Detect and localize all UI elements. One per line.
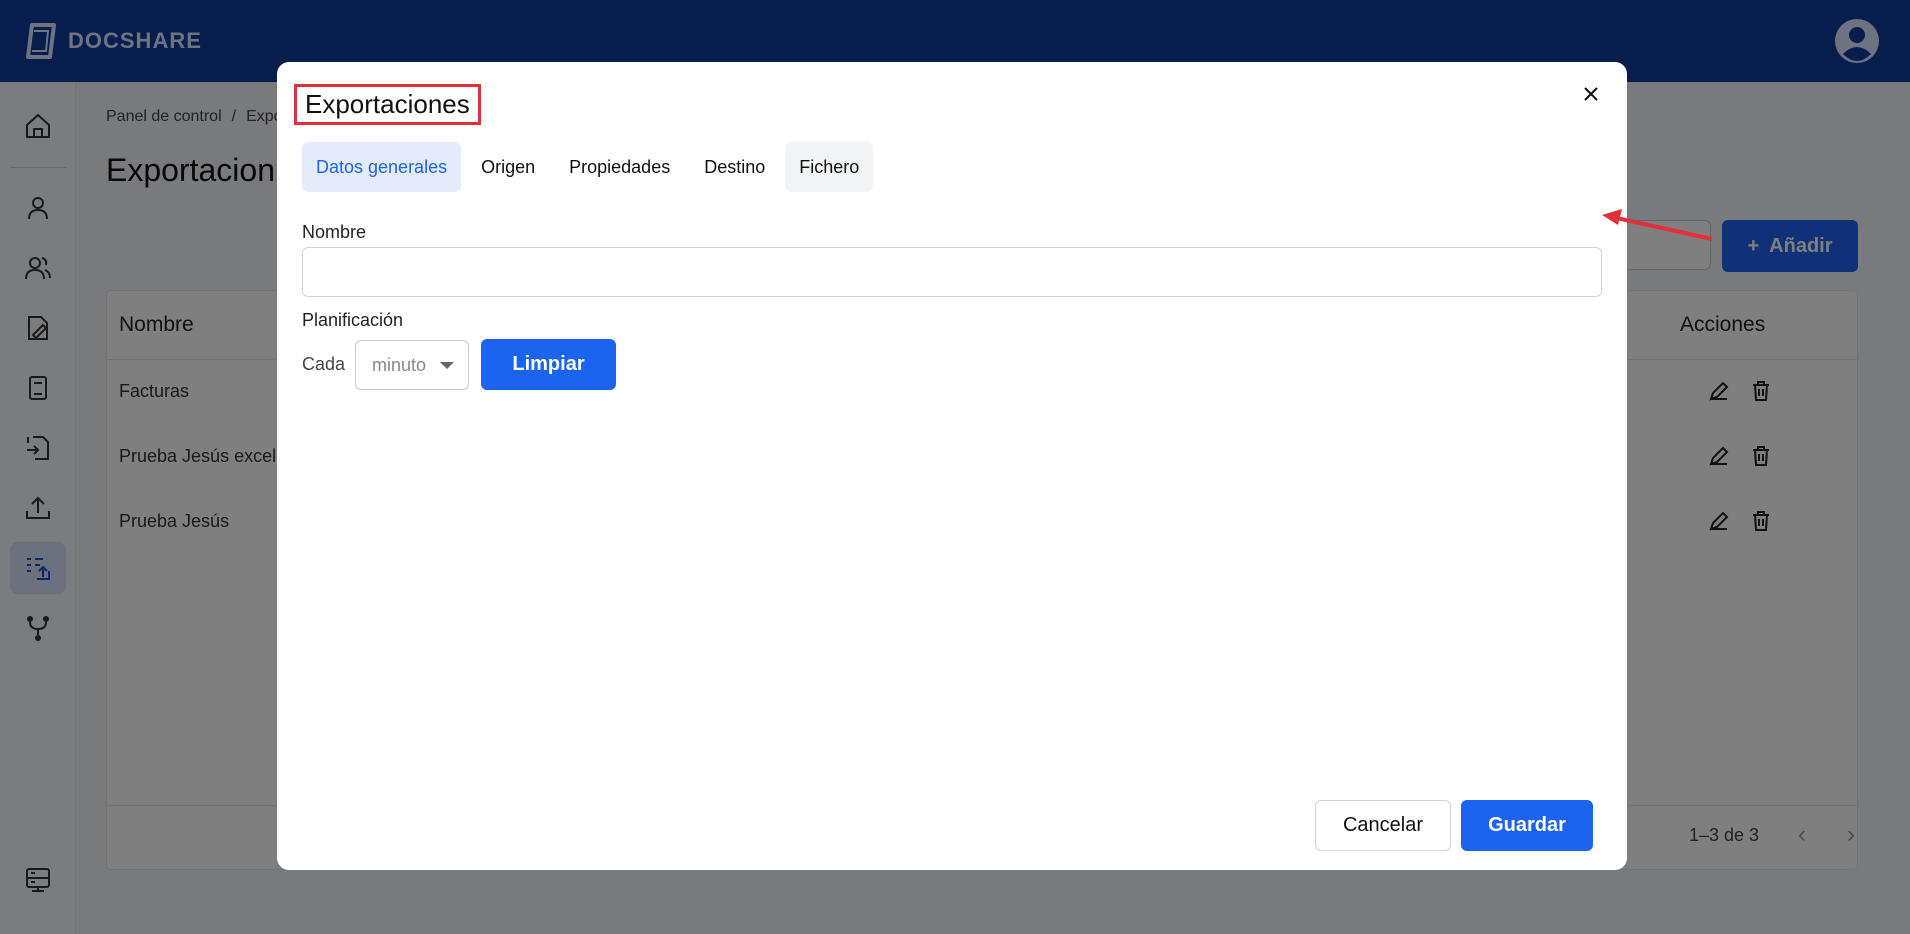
save-button[interactable]: Guardar: [1461, 800, 1593, 851]
annotation-arrow-icon: [1602, 209, 1713, 241]
dialog-title: Exportaciones: [305, 89, 470, 119]
close-icon: [1584, 87, 1598, 101]
schedule-label: Planificación: [302, 310, 404, 330]
tab-file[interactable]: Fichero: [785, 142, 874, 192]
name-field[interactable]: [302, 247, 1602, 297]
cancel-button[interactable]: Cancelar: [1315, 800, 1451, 851]
tab-origin[interactable]: Origen: [467, 142, 549, 192]
interval-select-value: minuto: [372, 354, 427, 375]
exports-dialog: Exportaciones Datos generales Origen Pro…: [277, 62, 1627, 870]
dialog-tabs: Datos generales Origen Propiedades Desti…: [302, 142, 879, 192]
clear-button[interactable]: Limpiar: [481, 339, 616, 390]
tab-destination[interactable]: Destino: [690, 142, 779, 192]
close-button[interactable]: [1577, 80, 1605, 108]
tab-properties[interactable]: Propiedades: [555, 142, 684, 192]
name-label: Nombre: [302, 222, 367, 242]
tab-general-data[interactable]: Datos generales: [302, 142, 462, 192]
caret-down-icon: [440, 362, 454, 369]
interval-select[interactable]: minuto: [355, 340, 469, 390]
every-label: Cada: [302, 354, 346, 374]
dialog-title-highlight: Exportaciones: [294, 84, 481, 125]
